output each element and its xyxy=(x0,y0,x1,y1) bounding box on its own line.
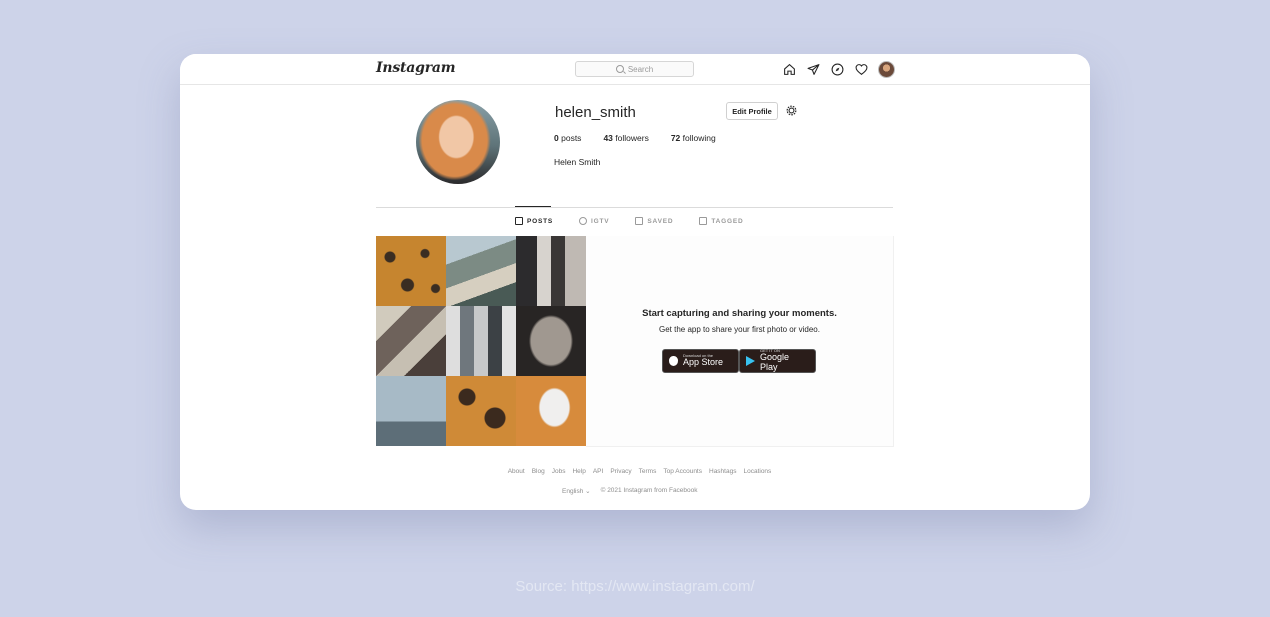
home-icon[interactable] xyxy=(782,62,797,77)
grid-photo[interactable] xyxy=(516,236,586,306)
grid-photo[interactable] xyxy=(516,306,586,376)
footer-link[interactable]: Privacy xyxy=(610,468,631,475)
instagram-logo[interactable]: Instagram xyxy=(376,60,456,76)
profile-picture[interactable] xyxy=(416,100,500,184)
profile-divider xyxy=(376,207,893,208)
footer-link[interactable]: Top Accounts xyxy=(663,468,702,475)
bookmark-icon xyxy=(635,217,644,225)
gear-icon[interactable] xyxy=(785,104,798,117)
profile-avatar[interactable] xyxy=(878,60,895,78)
google-play-icon xyxy=(746,356,755,366)
igtv-icon xyxy=(579,217,588,225)
profile-tabs: POSTS IGTV SAVED TAGGED xyxy=(515,217,743,225)
tab-igtv[interactable]: IGTV xyxy=(579,217,609,225)
app-store-big-text: App Store xyxy=(683,357,724,368)
profile-username: helen_smith xyxy=(555,104,636,121)
browser-card: Instagram Search helen_smith Edit Profil… xyxy=(180,54,1090,510)
tab-tagged[interactable]: TAGGED xyxy=(699,217,743,225)
direct-icon[interactable] xyxy=(806,62,821,77)
grid-photo[interactable] xyxy=(446,236,516,306)
footer-link[interactable]: Terms xyxy=(639,468,657,475)
grid-photo[interactable] xyxy=(516,376,586,446)
footer-links: About Blog Jobs Help API Privacy Terms T… xyxy=(180,468,1090,475)
grid-photo[interactable] xyxy=(446,306,516,376)
nav-icons xyxy=(782,60,895,78)
tab-saved[interactable]: SAVED xyxy=(635,217,673,225)
profile-stats: 0 posts 43 followers 72 following xyxy=(554,133,716,143)
grid-photo[interactable] xyxy=(376,306,446,376)
posts-stat: 0 posts xyxy=(554,133,582,143)
edit-profile-button[interactable]: Edit Profile xyxy=(726,102,778,120)
source-caption: Source: https://www.instagram.com/ xyxy=(515,578,755,595)
footer-link[interactable]: About xyxy=(508,468,525,475)
app-store-button[interactable]: Download on the App Store xyxy=(662,349,739,373)
profile-full-name: Helen Smith xyxy=(554,157,601,167)
footer-link[interactable]: Hashtags xyxy=(709,468,736,475)
footer-bottom: English ⌄ © 2021 Instagram from Facebook xyxy=(562,487,698,495)
top-navigation-bar: Instagram Search xyxy=(180,54,1090,85)
grid-photo[interactable] xyxy=(376,236,446,306)
apple-icon xyxy=(669,356,678,366)
footer-link[interactable]: Jobs xyxy=(552,468,566,475)
language-selector[interactable]: English ⌄ xyxy=(562,487,591,495)
copyright-text: © 2021 Instagram from Facebook xyxy=(600,487,698,494)
tag-icon xyxy=(699,217,708,225)
chevron-down-icon: ⌄ xyxy=(585,488,591,495)
footer-link[interactable]: Help xyxy=(572,468,585,475)
tab-posts[interactable]: POSTS xyxy=(515,217,553,225)
active-tab-indicator xyxy=(515,206,551,207)
following-stat[interactable]: 72 following xyxy=(671,133,716,143)
footer-link[interactable]: Blog xyxy=(532,468,545,475)
search-input[interactable]: Search xyxy=(575,61,694,77)
empty-posts-panel: Start capturing and sharing your moments… xyxy=(586,236,894,447)
google-play-button[interactable]: GET IT ON Google Play xyxy=(739,349,816,373)
empty-state-title: Start capturing and sharing your moments… xyxy=(642,308,837,319)
footer-link[interactable]: API xyxy=(593,468,603,475)
photo-grid xyxy=(376,236,586,446)
empty-state-subtitle: Get the app to share your first photo or… xyxy=(659,325,820,334)
google-play-big-text: Google Play xyxy=(760,352,790,372)
grid-icon xyxy=(515,217,523,225)
search-icon xyxy=(615,65,624,73)
grid-photo[interactable] xyxy=(376,376,446,446)
followers-stat[interactable]: 43 followers xyxy=(603,133,648,143)
explore-icon[interactable] xyxy=(830,62,845,77)
heart-icon[interactable] xyxy=(854,62,869,77)
search-placeholder: Search xyxy=(627,64,654,74)
grid-photo[interactable] xyxy=(446,376,516,446)
footer-link[interactable]: Locations xyxy=(743,468,771,475)
